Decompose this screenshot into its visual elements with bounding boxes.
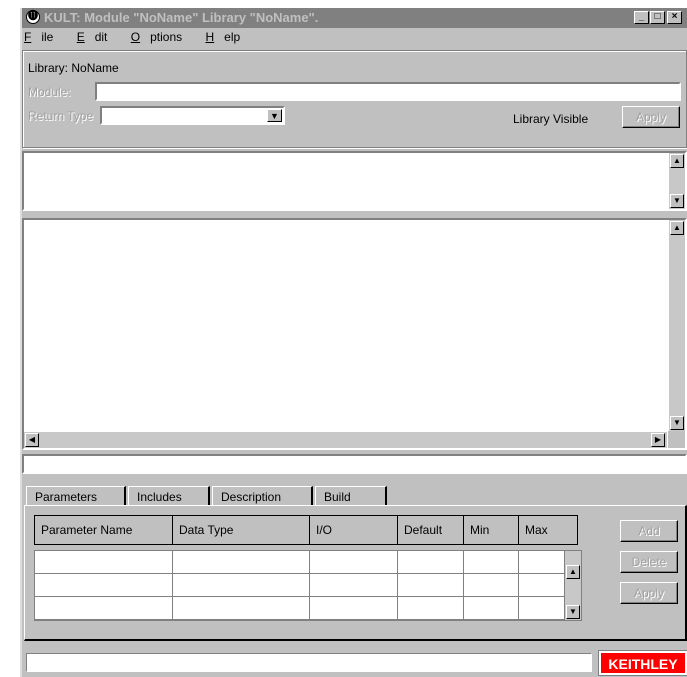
grid-cell[interactable] bbox=[35, 574, 173, 597]
menu-help[interactable]: Help bbox=[205, 28, 250, 46]
message-field[interactable] bbox=[22, 454, 687, 474]
col-data-type[interactable]: Data Type bbox=[173, 516, 310, 544]
code-editor[interactable]: ▲ ▼ ◀ ▶ bbox=[22, 218, 687, 450]
return-type-label: Return Type bbox=[28, 109, 94, 123]
apply-parameters-button[interactable]: Apply bbox=[620, 582, 678, 604]
return-type-select[interactable]: ▼ bbox=[100, 106, 285, 125]
tab-description[interactable]: Description bbox=[212, 486, 313, 506]
scroll-down-icon[interactable]: ▼ bbox=[566, 605, 580, 619]
menu-options[interactable]: Options bbox=[131, 28, 192, 46]
col-io[interactable]: I/O bbox=[310, 516, 398, 544]
grid-cell[interactable] bbox=[519, 597, 565, 620]
editor-hscrollbar[interactable] bbox=[24, 432, 667, 448]
grid-cell[interactable] bbox=[35, 597, 173, 620]
scroll-up-icon[interactable]: ▲ bbox=[670, 221, 684, 235]
title-bar[interactable]: ⓫ KULT: Module "NoName" Library "NoName"… bbox=[22, 8, 687, 28]
library-label: Library: NoName bbox=[28, 61, 119, 75]
keithley-logo: KEITHLEY bbox=[598, 650, 687, 676]
editor-vscrollbar[interactable] bbox=[669, 220, 685, 432]
chevron-down-icon[interactable]: ▼ bbox=[267, 109, 282, 122]
close-button[interactable]: × bbox=[667, 11, 682, 24]
col-parameter-name[interactable]: Parameter Name bbox=[35, 516, 173, 544]
grid-cell[interactable] bbox=[464, 551, 519, 574]
scroll-right-icon[interactable]: ▶ bbox=[651, 433, 665, 447]
library-apply-button[interactable]: Apply bbox=[622, 106, 680, 128]
maximize-button[interactable]: □ bbox=[650, 11, 665, 24]
grid-cell[interactable] bbox=[173, 551, 310, 574]
library-visible-label: Library Visible bbox=[513, 112, 589, 126]
prototype-textarea[interactable]: ▲ ▼ bbox=[22, 151, 687, 211]
menu-edit[interactable]: Edit bbox=[77, 28, 118, 46]
module-field[interactable] bbox=[95, 82, 681, 101]
scroll-down-icon[interactable]: ▼ bbox=[670, 416, 684, 430]
scroll-up-icon[interactable]: ▲ bbox=[566, 565, 580, 579]
grid-cell[interactable] bbox=[398, 574, 464, 597]
scroll-up-icon[interactable]: ▲ bbox=[670, 154, 684, 168]
grid-cell[interactable] bbox=[519, 574, 565, 597]
col-default[interactable]: Default bbox=[398, 516, 464, 544]
menu-bar: File Edit Options Help bbox=[22, 28, 687, 46]
main-window: ⓫ KULT: Module "NoName" Library "NoName"… bbox=[20, 8, 687, 677]
grid-cell[interactable] bbox=[398, 597, 464, 620]
scroll-left-icon[interactable]: ◀ bbox=[25, 433, 39, 447]
grid-cell[interactable] bbox=[464, 597, 519, 620]
add-parameter-button[interactable]: Add bbox=[620, 520, 678, 542]
delete-parameter-button[interactable]: Delete bbox=[620, 551, 678, 573]
grid-cell[interactable] bbox=[35, 551, 173, 574]
tab-parameters[interactable]: Parameters bbox=[26, 486, 126, 506]
parameter-grid[interactable]: ▲ ▼ bbox=[34, 550, 582, 621]
tab-includes[interactable]: Includes bbox=[128, 486, 210, 506]
grid-cell[interactable] bbox=[398, 551, 464, 574]
grid-cell[interactable] bbox=[464, 574, 519, 597]
menu-file[interactable]: File bbox=[24, 28, 63, 46]
scroll-corner bbox=[668, 431, 685, 448]
col-min[interactable]: Min bbox=[464, 516, 519, 544]
app-icon[interactable]: ⓫ bbox=[26, 10, 40, 24]
col-max[interactable]: Max bbox=[519, 516, 577, 544]
grid-cell[interactable] bbox=[173, 574, 310, 597]
grid-cell[interactable] bbox=[519, 551, 565, 574]
grid-cell[interactable] bbox=[173, 597, 310, 620]
scroll-down-icon[interactable]: ▼ bbox=[670, 194, 684, 208]
grid-cell[interactable] bbox=[310, 597, 398, 620]
tab-build[interactable]: Build bbox=[315, 486, 387, 506]
grid-cell[interactable] bbox=[310, 574, 398, 597]
status-field bbox=[26, 653, 592, 672]
module-label: Module: bbox=[28, 85, 71, 99]
window-title: KULT: Module "NoName" Library "NoName". bbox=[44, 10, 319, 25]
grid-cell[interactable] bbox=[310, 551, 398, 574]
minimize-button[interactable]: _ bbox=[634, 11, 649, 24]
